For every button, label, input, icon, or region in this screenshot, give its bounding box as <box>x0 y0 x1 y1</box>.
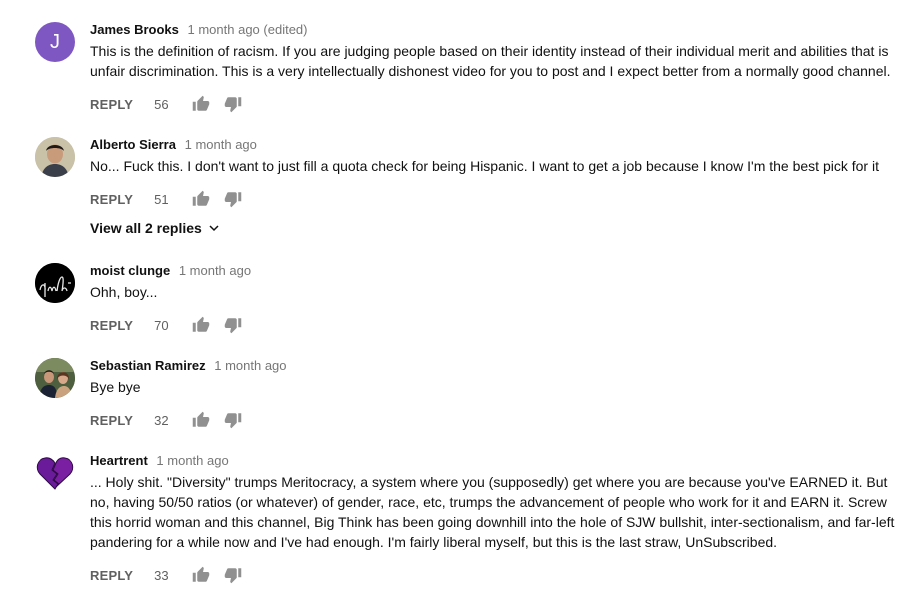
thumb-down-icon[interactable] <box>224 566 242 584</box>
reply-button[interactable]: REPLY <box>90 192 133 207</box>
like-count: 70 <box>154 317 169 333</box>
comment-text: Bye bye <box>90 379 141 395</box>
like-count: 32 <box>154 412 169 428</box>
comment-timestamp[interactable]: 1 month ago (edited) <box>188 22 308 37</box>
comment-actions: REPLY 70 <box>90 315 242 335</box>
thumb-up-icon[interactable] <box>192 566 210 584</box>
avatar[interactable] <box>35 453 75 493</box>
comment-author[interactable]: Sebastian Ramirez <box>90 358 206 373</box>
comment-author[interactable]: Heartrent <box>90 453 148 468</box>
person-avatar-icon <box>35 137 75 177</box>
view-replies-label: View all 2 replies <box>90 220 202 236</box>
thumb-up-icon[interactable] <box>192 316 210 334</box>
thumb-up-icon[interactable] <box>192 411 210 429</box>
like-count: 51 <box>154 191 169 207</box>
scribble-avatar-icon <box>35 263 75 303</box>
chevron-down-icon <box>209 225 219 232</box>
reply-button[interactable]: REPLY <box>90 97 133 112</box>
comment-actions: REPLY 32 <box>90 410 242 430</box>
thumb-down-icon[interactable] <box>224 411 242 429</box>
reply-button[interactable]: REPLY <box>90 318 133 333</box>
comment-timestamp[interactable]: 1 month ago <box>185 137 257 152</box>
comment-timestamp[interactable]: 1 month ago <box>214 358 286 373</box>
comment-actions: REPLY 51 <box>90 189 242 209</box>
reply-button[interactable]: REPLY <box>90 413 133 428</box>
comment-text: ... Holy shit. "Diversity" trumps Merito… <box>90 474 895 550</box>
thumb-down-icon[interactable] <box>224 95 242 113</box>
comment-timestamp[interactable]: 1 month ago <box>156 453 228 468</box>
thumb-up-icon[interactable] <box>192 190 210 208</box>
avatar[interactable] <box>35 263 75 303</box>
reply-button[interactable]: REPLY <box>90 568 133 583</box>
thumb-up-icon[interactable] <box>192 95 210 113</box>
comment-actions: REPLY 33 <box>90 565 242 585</box>
avatar[interactable] <box>35 358 75 398</box>
view-replies-button[interactable]: View all 2 replies <box>90 220 220 236</box>
comment-author[interactable]: moist clunge <box>90 263 170 278</box>
like-count: 33 <box>154 567 169 583</box>
comment-text: Ohh, boy... <box>90 284 158 300</box>
avatar[interactable]: J <box>35 22 75 62</box>
like-count: 56 <box>154 96 169 112</box>
comment-timestamp[interactable]: 1 month ago <box>179 263 251 278</box>
comment-actions: REPLY 56 <box>90 94 242 114</box>
thumb-down-icon[interactable] <box>224 316 242 334</box>
comment-text: This is the definition of racism. If you… <box>90 43 891 79</box>
comment-author[interactable]: Alberto Sierra <box>90 137 176 152</box>
avatar[interactable] <box>35 137 75 177</box>
comment-text: No... Fuck this. I don't want to just fi… <box>90 158 879 174</box>
broken-heart-icon <box>36 457 74 490</box>
avatar-letter: J <box>50 30 60 53</box>
thumb-down-icon[interactable] <box>224 190 242 208</box>
couple-avatar-icon <box>35 358 75 398</box>
comment-author[interactable]: James Brooks <box>90 22 179 37</box>
